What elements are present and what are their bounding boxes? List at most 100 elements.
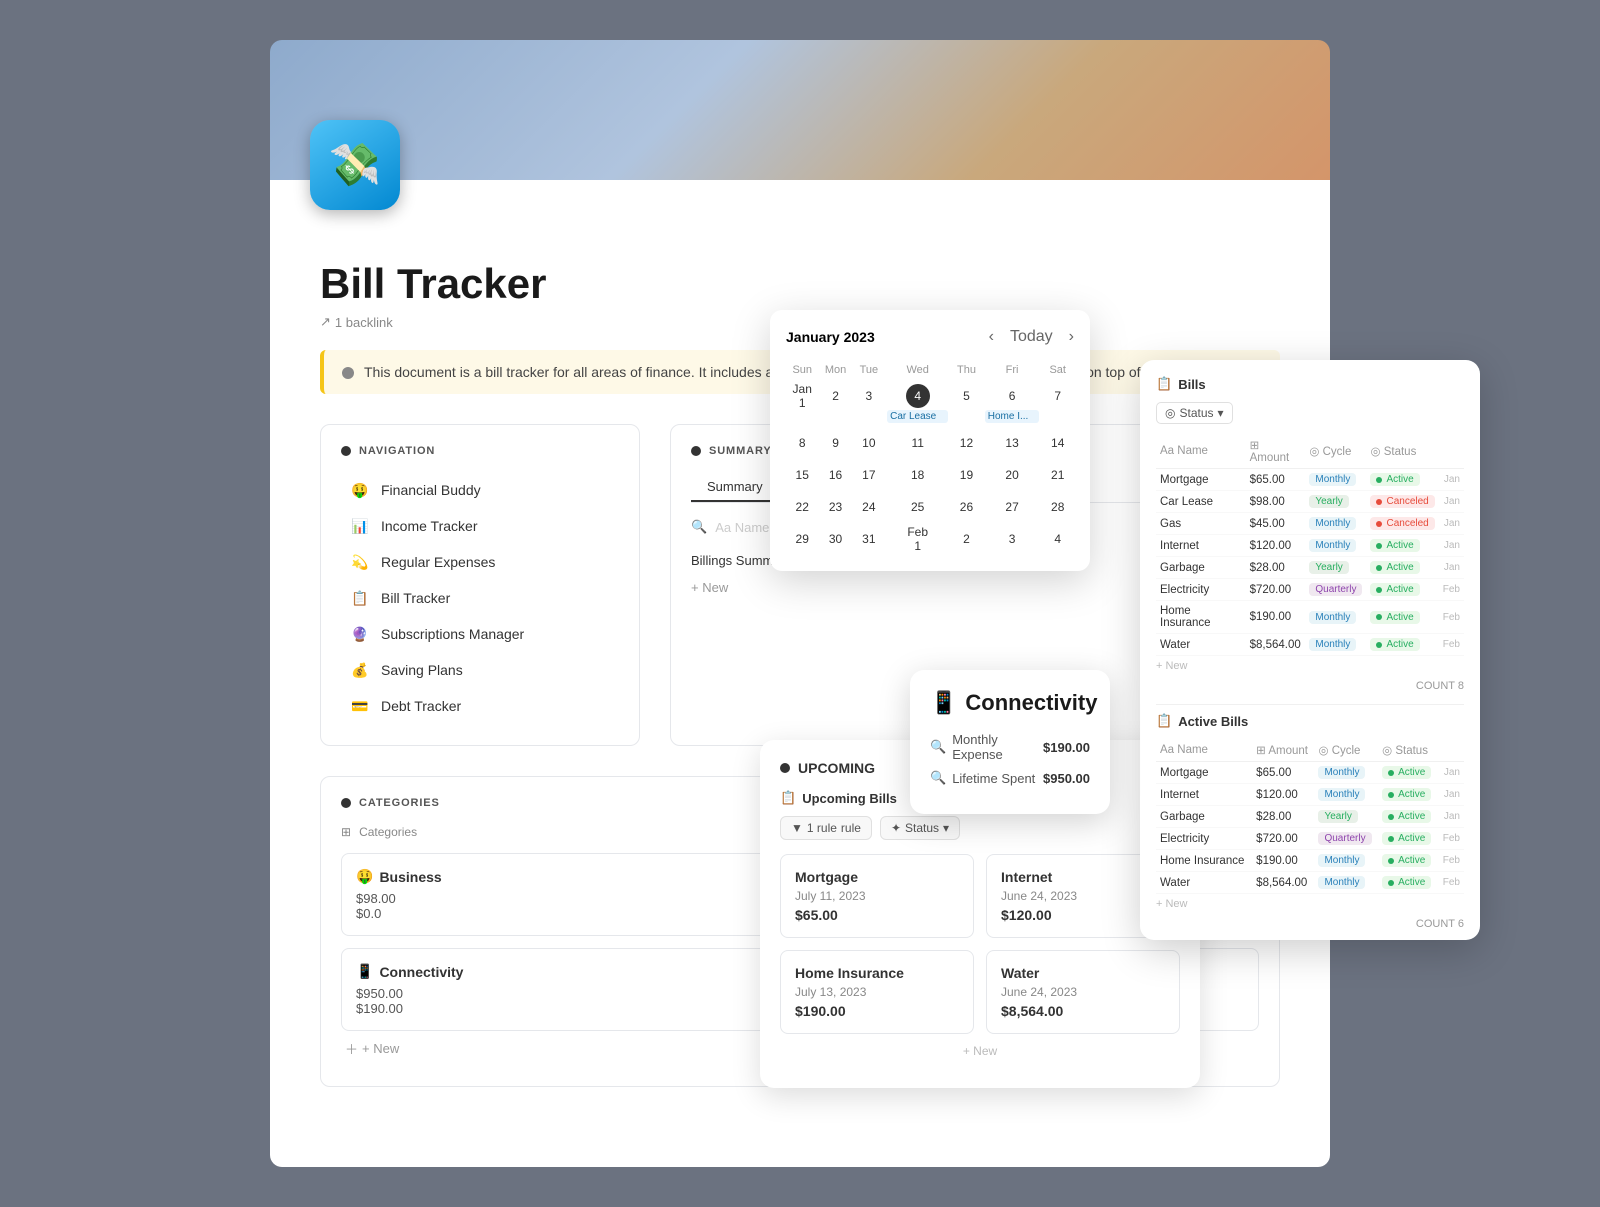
- nav-item-income-tracker[interactable]: 📊 Income Tracker: [341, 509, 619, 543]
- cal-cell-4-1[interactable]: 30: [818, 523, 852, 555]
- cal-cell-0-0[interactable]: Jan 1: [786, 380, 818, 427]
- upcoming-date-mortgage: July 11, 2023: [795, 889, 959, 903]
- bill-amount-cell: $8,564.00: [1246, 634, 1306, 656]
- nav-item-financial-buddy[interactable]: 🤑 Financial Buddy: [341, 473, 619, 507]
- cycle-badge: Monthly: [1318, 876, 1365, 889]
- cal-cell-1-2[interactable]: 10: [853, 427, 885, 459]
- calendar-month-title: January 2023: [786, 329, 875, 345]
- cycle-badge: Monthly: [1318, 854, 1365, 867]
- cal-cell-0-5[interactable]: 6Home I...: [983, 380, 1042, 427]
- nav-item-subscriptions-manager[interactable]: 🔮 Subscriptions Manager: [341, 617, 619, 651]
- bill-date-cell: Jan: [1438, 762, 1464, 784]
- upcoming-add-new[interactable]: + New: [780, 1034, 1180, 1068]
- bill-status-cell: Active: [1378, 762, 1438, 784]
- bill-status-cell: Active: [1378, 828, 1438, 850]
- table-row: Water$8,564.00MonthlyActiveFeb: [1156, 634, 1464, 656]
- calendar-prev-button[interactable]: ‹: [989, 326, 994, 348]
- cycle-badge: Monthly: [1309, 473, 1356, 486]
- upcoming-icon: 📋: [780, 790, 796, 806]
- bill-name-cell: Garbage: [1156, 806, 1252, 828]
- filter-rules-btn[interactable]: ▼ 1 rule rule: [780, 816, 872, 840]
- cal-cell-1-3[interactable]: 11: [885, 427, 950, 459]
- bill-cycle-cell: Monthly: [1305, 469, 1366, 491]
- cal-cell-4-6[interactable]: 4: [1041, 523, 1074, 555]
- upcoming-amount-water: $8,564.00: [1001, 1003, 1165, 1019]
- bills-add-new[interactable]: + New: [1156, 656, 1464, 676]
- cal-cell-0-1[interactable]: 2: [818, 380, 852, 427]
- cal-cell-3-4[interactable]: 26: [950, 491, 982, 523]
- cal-cell-1-5[interactable]: 13: [983, 427, 1042, 459]
- search-icon: 🔍: [691, 519, 707, 535]
- cal-cell-3-6[interactable]: 28: [1041, 491, 1074, 523]
- bills-status-filter[interactable]: ◎ Status ▾: [1156, 402, 1233, 424]
- calendar-today-button[interactable]: Today: [1002, 326, 1061, 348]
- bills-all-table: Aa Name ⊞ Amount ◎ Cycle ◎ Status Mortga…: [1156, 434, 1464, 656]
- cal-cell-1-6[interactable]: 14: [1041, 427, 1074, 459]
- nav-item-saving-plans[interactable]: 💰 Saving Plans: [341, 653, 619, 687]
- bill-name-cell: Home Insurance: [1156, 601, 1246, 634]
- cal-cell-2-4[interactable]: 19: [950, 459, 982, 491]
- cal-cell-4-0[interactable]: 29: [786, 523, 818, 555]
- bill-name-cell: Mortgage: [1156, 762, 1252, 784]
- col-status: ◎ Status: [1366, 434, 1438, 469]
- status-badge: Canceled: [1370, 517, 1434, 530]
- cal-cell-3-3[interactable]: 25: [885, 491, 950, 523]
- cal-cell-1-4[interactable]: 12: [950, 427, 982, 459]
- active-dot: [1376, 477, 1382, 483]
- cal-cell-3-0[interactable]: 22: [786, 491, 818, 523]
- calendar-next-button[interactable]: ›: [1069, 326, 1074, 348]
- bill-date-cell: Jan: [1438, 784, 1464, 806]
- cycle-badge: Monthly: [1318, 788, 1365, 801]
- tab-summary[interactable]: Summary: [691, 473, 779, 502]
- bill-amount-cell: $28.00: [1246, 557, 1306, 579]
- cal-cell-2-0[interactable]: 15: [786, 459, 818, 491]
- summary-bullet: [691, 446, 701, 456]
- upcoming-date-home-insurance: July 13, 2023: [795, 985, 959, 999]
- nav-item-bill-tracker[interactable]: 📋 Bill Tracker: [341, 581, 619, 615]
- active-dot: [1376, 614, 1382, 620]
- col-name-a: Aa Name: [1156, 739, 1252, 762]
- cal-cell-2-5[interactable]: 20: [983, 459, 1042, 491]
- nav-item-debt-tracker[interactable]: 💳 Debt Tracker: [341, 689, 619, 723]
- cal-cell-4-2[interactable]: 31: [853, 523, 885, 555]
- col-amount: ⊞ Amount: [1246, 434, 1306, 469]
- cal-cell-4-3[interactable]: Feb 1: [885, 523, 950, 555]
- cal-cell-2-1[interactable]: 16: [818, 459, 852, 491]
- cal-cell-2-3[interactable]: 18: [885, 459, 950, 491]
- bill-date-cell: Jan: [1438, 806, 1464, 828]
- cal-cell-3-1[interactable]: 23: [818, 491, 852, 523]
- cal-cell-4-4[interactable]: 2: [950, 523, 982, 555]
- cal-cell-0-3[interactable]: 4Car Lease: [885, 380, 950, 427]
- active-dot: [1388, 836, 1394, 842]
- bill-amount-cell: $190.00: [1246, 601, 1306, 634]
- bill-cycle-cell: Yearly: [1305, 557, 1366, 579]
- col-cycle: ◎ Cycle: [1305, 434, 1366, 469]
- bill-date-cell: Jan: [1439, 557, 1464, 579]
- cal-dow-tue: Tue: [853, 360, 885, 380]
- cal-cell-1-0[interactable]: 8: [786, 427, 818, 459]
- categories-bullet: [341, 798, 351, 808]
- bill-cycle-cell: Monthly: [1314, 762, 1378, 784]
- active-dot: [1376, 565, 1382, 571]
- status-badge: Active: [1370, 561, 1419, 574]
- cal-cell-0-6[interactable]: 7: [1041, 380, 1074, 427]
- bills-divider-1: [1156, 704, 1464, 705]
- upcoming-amount-home-insurance: $190.00: [795, 1003, 959, 1019]
- status-badge: Active: [1370, 473, 1419, 486]
- add-icon: ＋: [345, 1039, 358, 1058]
- cal-cell-0-2[interactable]: 3: [853, 380, 885, 427]
- nav-item-regular-expenses[interactable]: 💫 Regular Expenses: [341, 545, 619, 579]
- bill-name-cell: Car Lease: [1156, 491, 1246, 513]
- cal-cell-2-6[interactable]: 21: [1041, 459, 1074, 491]
- cal-cell-2-2[interactable]: 17: [853, 459, 885, 491]
- cal-cell-4-5[interactable]: 3: [983, 523, 1042, 555]
- cal-cell-3-2[interactable]: 24: [853, 491, 885, 523]
- cal-cell-0-4[interactable]: 5: [950, 380, 982, 427]
- bill-cycle-cell: Monthly: [1305, 513, 1366, 535]
- cycle-badge: Monthly: [1309, 517, 1356, 530]
- active-bills-add-new[interactable]: + New: [1156, 894, 1464, 914]
- bill-status-cell: Active: [1366, 634, 1438, 656]
- cal-cell-1-1[interactable]: 9: [818, 427, 852, 459]
- filter-status-btn[interactable]: ✦ Status ▾: [880, 816, 960, 840]
- cal-cell-3-5[interactable]: 27: [983, 491, 1042, 523]
